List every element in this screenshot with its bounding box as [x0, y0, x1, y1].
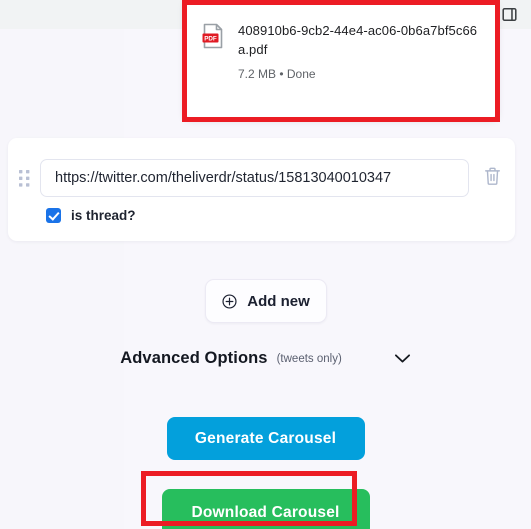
tweet-url-row: [8, 158, 515, 198]
action-buttons: Generate Carousel Download Carousel: [0, 417, 531, 529]
is-thread-checkbox[interactable]: [46, 208, 61, 223]
download-file-meta: 7.2 MB • Done: [238, 67, 316, 81]
download-file-info: 408910b6-9cb2-44e4-ac06-0b6a7bf5c66a.pdf…: [238, 21, 484, 83]
is-thread-row: is thread?: [46, 208, 136, 223]
advanced-options-subtitle: (tweets only): [276, 352, 342, 365]
drag-handle-icon[interactable]: [12, 165, 36, 191]
svg-text:PDF: PDF: [204, 35, 217, 42]
chevron-down-icon[interactable]: [394, 353, 411, 364]
delete-url-button[interactable]: [469, 161, 515, 195]
add-new-row: Add new: [0, 279, 531, 323]
pdf-file-icon: PDF: [202, 23, 224, 49]
tweet-url-input[interactable]: [40, 159, 469, 197]
download-item[interactable]: PDF 408910b6-9cb2-44e4-ac06-0b6a7bf5c66a…: [202, 21, 484, 83]
add-new-button[interactable]: Add new: [204, 279, 327, 323]
tweet-url-card: is thread?: [8, 138, 515, 241]
advanced-options-toggle[interactable]: Advanced Options (tweets only): [0, 349, 531, 368]
advanced-options-title: Advanced Options: [120, 349, 268, 367]
trash-icon: [483, 166, 502, 190]
side-panel-icon[interactable]: [495, 1, 523, 29]
download-file-name: 408910b6-9cb2-44e4-ac06-0b6a7bf5c66a.pdf: [238, 23, 478, 57]
plus-circle-icon: [221, 293, 238, 310]
is-thread-label: is thread?: [71, 208, 136, 223]
add-new-label: Add new: [247, 292, 310, 310]
download-carousel-button[interactable]: Download Carousel: [161, 489, 370, 529]
downloads-popup: PDF 408910b6-9cb2-44e4-ac06-0b6a7bf5c66a…: [186, 1, 496, 117]
generate-carousel-button[interactable]: Generate Carousel: [166, 417, 365, 460]
